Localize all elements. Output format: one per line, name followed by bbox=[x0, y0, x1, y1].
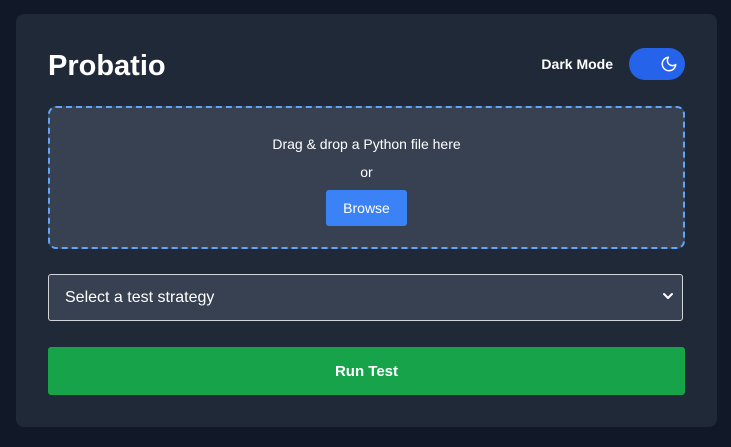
dark-mode-label: Dark Mode bbox=[541, 56, 613, 72]
test-strategy-selected: Select a test strategy bbox=[65, 288, 215, 306]
app-title: Probatio bbox=[48, 50, 166, 82]
moon-icon bbox=[657, 52, 681, 76]
run-test-button[interactable]: Run Test bbox=[48, 347, 685, 395]
dark-mode-toggle[interactable] bbox=[629, 48, 685, 80]
dropzone-prompt: Drag & drop a Python file here bbox=[272, 136, 461, 152]
browse-button[interactable]: Browse bbox=[326, 190, 407, 226]
main-card: Probatio Dark Mode Drag & drop a Python … bbox=[16, 14, 717, 427]
test-strategy-select[interactable]: Select a test strategy bbox=[48, 274, 683, 321]
dark-mode-control: Dark Mode bbox=[541, 48, 685, 80]
dropzone-or: or bbox=[360, 164, 373, 180]
chevron-down-icon bbox=[662, 289, 674, 307]
file-dropzone[interactable]: Drag & drop a Python file here or Browse bbox=[48, 106, 685, 249]
